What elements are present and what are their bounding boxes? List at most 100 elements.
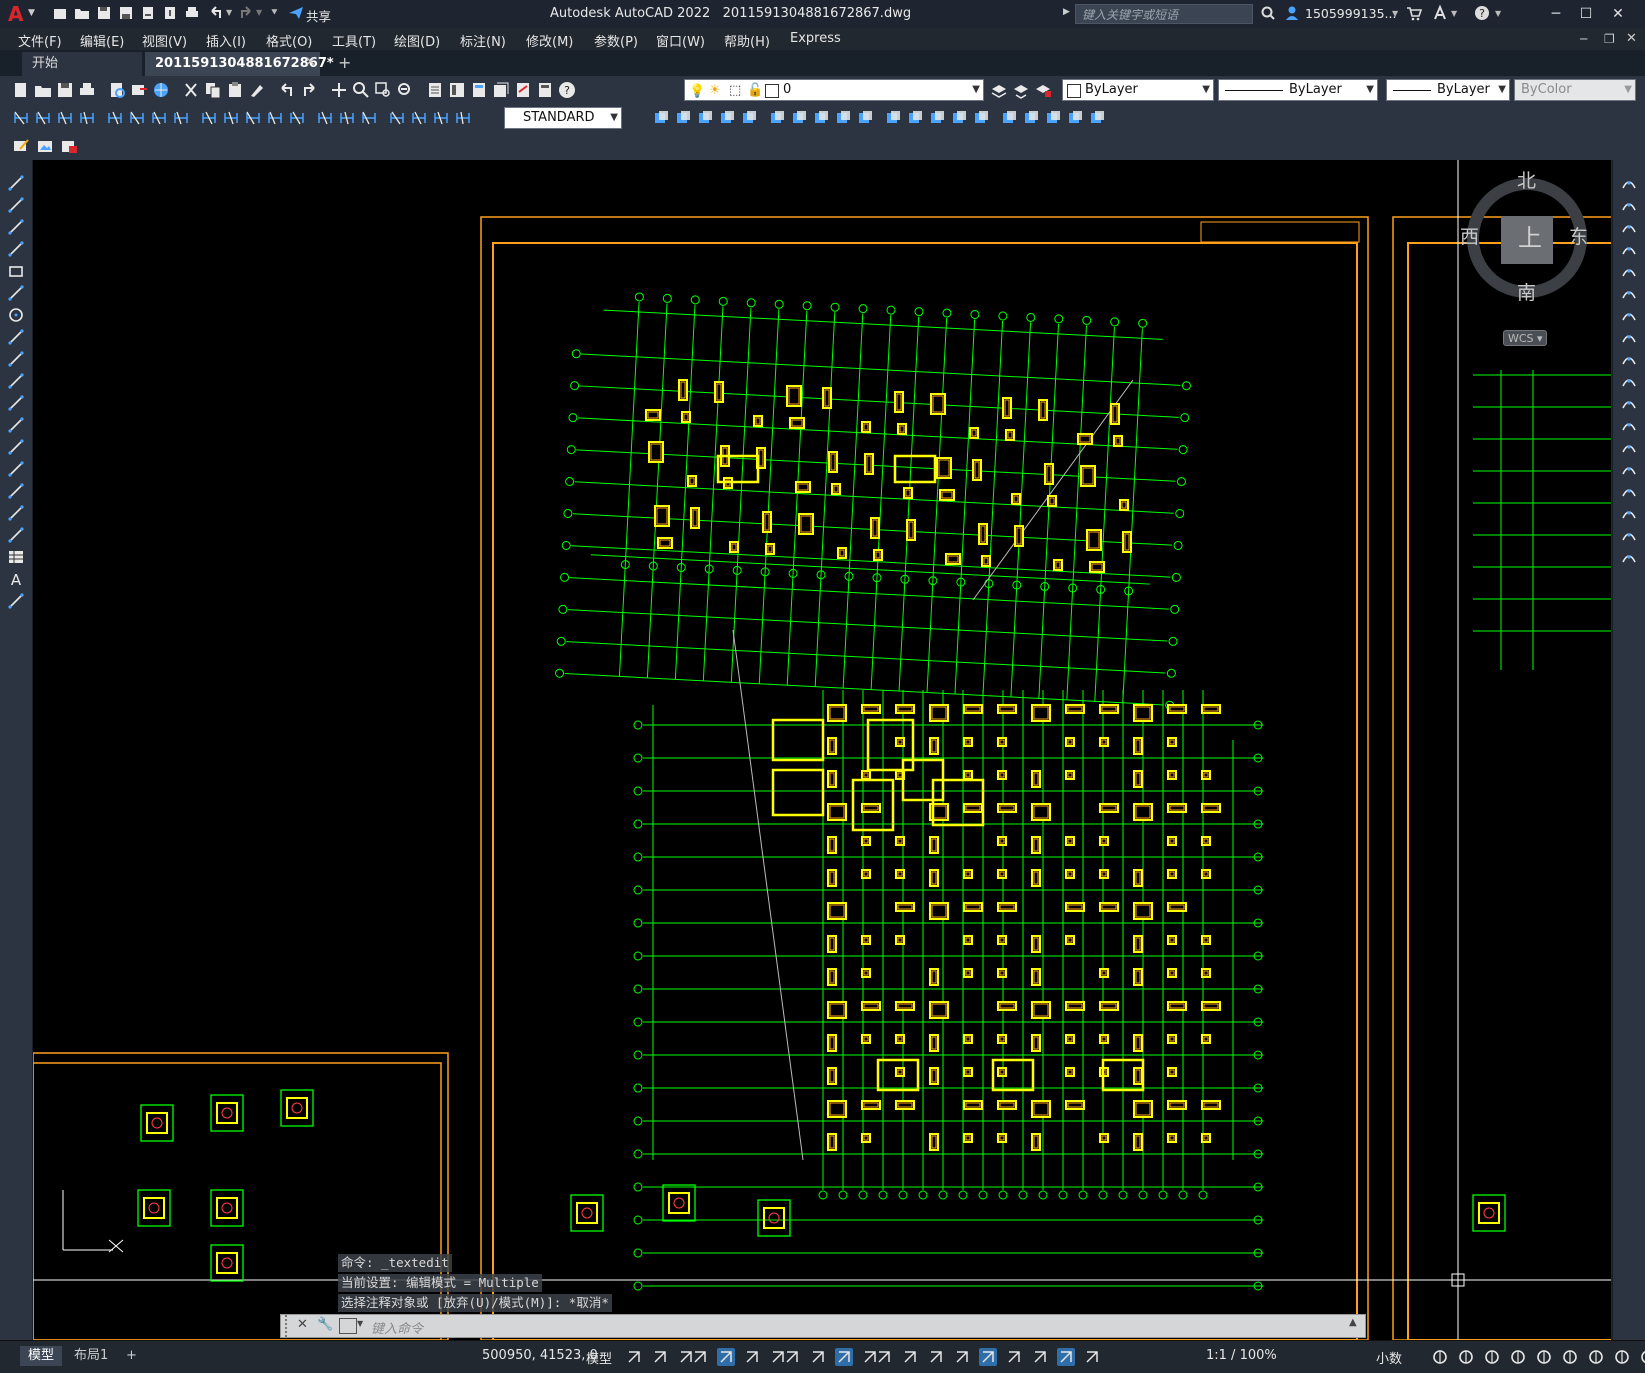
continue-dimension-icon[interactable] bbox=[244, 109, 262, 127]
doc-minimize-icon[interactable]: ─ bbox=[1580, 32, 1587, 46]
cut-icon[interactable] bbox=[182, 81, 200, 99]
gradient-icon[interactable] bbox=[7, 504, 25, 522]
scale-icon[interactable] bbox=[812, 109, 830, 127]
open-icon[interactable] bbox=[34, 81, 52, 99]
layer-previous-icon[interactable] bbox=[1012, 81, 1030, 99]
tab-close-icon[interactable]: ✕ bbox=[305, 55, 316, 70]
extend-palette-icon[interactable] bbox=[1620, 394, 1638, 412]
layer-lock-icon[interactable]: 🔓 bbox=[747, 81, 763, 101]
annotation-scale[interactable]: 1:1 / 100% bbox=[1206, 1348, 1277, 1363]
share-icon[interactable] bbox=[288, 5, 304, 21]
join-palette-icon[interactable] bbox=[1620, 460, 1638, 478]
object-snap-icon[interactable] bbox=[834, 1347, 854, 1367]
plot-icon[interactable] bbox=[184, 5, 200, 21]
erase-icon[interactable] bbox=[652, 109, 670, 127]
trim-palette-icon[interactable] bbox=[1620, 372, 1638, 390]
lineweight-icon[interactable] bbox=[874, 1347, 894, 1367]
edit-block-icon[interactable] bbox=[12, 137, 30, 155]
tolerance-icon[interactable] bbox=[316, 109, 334, 127]
linetype-dropdown-arrow-icon[interactable]: ▼ bbox=[1366, 80, 1374, 100]
redo-icon[interactable] bbox=[238, 5, 254, 21]
linetype-dropdown[interactable]: ByLayer ▼ bbox=[1218, 79, 1378, 101]
open-web-icon[interactable] bbox=[140, 5, 156, 21]
point-icon[interactable] bbox=[7, 460, 25, 478]
join-icon[interactable] bbox=[928, 109, 946, 127]
menu-modify[interactable]: 修改(M) bbox=[526, 31, 573, 50]
doc-restore-icon[interactable]: ❐ bbox=[1604, 32, 1615, 46]
group-icon[interactable] bbox=[1044, 109, 1062, 127]
grid-display-icon[interactable] bbox=[624, 1347, 644, 1367]
save-as-icon[interactable] bbox=[118, 5, 134, 21]
model-space-button[interactable]: 模型 bbox=[586, 1348, 612, 1367]
viewcube-south-label[interactable]: 南 bbox=[1517, 278, 1536, 305]
command-input[interactable]: 键入命令 bbox=[371, 1318, 423, 1337]
snap-mode-icon[interactable] bbox=[650, 1347, 670, 1367]
workspace-switch-icon[interactable] bbox=[1430, 1347, 1450, 1367]
lock-ui-icon[interactable] bbox=[1534, 1347, 1554, 1367]
move-icon[interactable] bbox=[768, 109, 786, 127]
stretch-palette-icon[interactable] bbox=[1620, 350, 1638, 368]
autodesk-account-icon[interactable] bbox=[1432, 4, 1448, 21]
layer-dropdown-arrow-icon[interactable]: ▼ bbox=[972, 80, 980, 100]
coordinates-readout[interactable]: 500950, 41523, 0 bbox=[482, 1348, 598, 1363]
text-style-dropdown-arrow-icon[interactable]: ▼ bbox=[610, 108, 618, 128]
dynamic-ucs-icon[interactable] bbox=[978, 1347, 998, 1367]
sheet-set-icon[interactable] bbox=[492, 81, 510, 99]
lineweight-dropdown-arrow-icon[interactable]: ▼ bbox=[1498, 80, 1506, 100]
minimize-icon[interactable]: ─ bbox=[1542, 4, 1570, 24]
menu-file[interactable]: 文件(F) bbox=[18, 31, 62, 50]
pan-icon[interactable] bbox=[330, 81, 348, 99]
break-palette-icon[interactable] bbox=[1620, 438, 1638, 456]
auto-scale-icon[interactable] bbox=[1082, 1347, 1102, 1367]
arc-length-icon[interactable] bbox=[56, 109, 74, 127]
match-properties-icon[interactable] bbox=[248, 81, 266, 99]
publish-icon[interactable] bbox=[130, 81, 148, 99]
extend-icon[interactable] bbox=[884, 109, 902, 127]
table-icon[interactable] bbox=[7, 548, 25, 566]
layer-freeze-icon[interactable]: ☀ bbox=[709, 81, 721, 101]
copy-palette-icon[interactable] bbox=[1620, 196, 1638, 214]
break-icon[interactable] bbox=[906, 109, 924, 127]
menu-help[interactable]: 帮助(H) bbox=[724, 31, 770, 50]
transparency-icon[interactable] bbox=[900, 1347, 920, 1367]
search-input[interactable]: 键入关键字或短语 bbox=[1075, 4, 1253, 24]
menu-draw[interactable]: 绘图(D) bbox=[394, 31, 440, 50]
rectangle-icon[interactable] bbox=[7, 262, 25, 280]
units-dropdown-icon[interactable] bbox=[1482, 1347, 1502, 1367]
polygon-icon[interactable] bbox=[7, 240, 25, 258]
measure-icon[interactable] bbox=[1088, 109, 1106, 127]
3d-print-icon[interactable] bbox=[152, 81, 170, 99]
undo-icon[interactable] bbox=[278, 81, 296, 99]
dimension-edit-icon[interactable] bbox=[410, 109, 428, 127]
polyline-icon[interactable] bbox=[7, 218, 25, 236]
user-dropdown-icon[interactable]: ▼ bbox=[1392, 9, 1398, 18]
ellipse-icon[interactable] bbox=[7, 372, 25, 390]
angular-dimension-icon[interactable] bbox=[172, 109, 190, 127]
move-palette-icon[interactable] bbox=[1620, 284, 1638, 302]
stretch-icon[interactable] bbox=[834, 109, 852, 127]
zoom-previous-icon[interactable] bbox=[396, 81, 414, 99]
menu-parametric[interactable]: 参数(P) bbox=[594, 31, 638, 50]
viewcube-north-label[interactable]: 北 bbox=[1517, 166, 1536, 193]
draw-order-icon[interactable] bbox=[1022, 109, 1040, 127]
ellipse-arc-icon[interactable] bbox=[7, 394, 25, 412]
save-web-icon[interactable] bbox=[162, 5, 178, 21]
undo-dropdown-icon[interactable]: ▼ bbox=[226, 8, 232, 17]
dimension-space-icon[interactable] bbox=[266, 109, 284, 127]
offset-palette-icon[interactable] bbox=[1620, 240, 1638, 258]
rotate-palette-icon[interactable] bbox=[1620, 306, 1638, 324]
app-logo[interactable]: A bbox=[8, 2, 23, 26]
isometric-drafting-icon[interactable] bbox=[782, 1347, 802, 1367]
annotation-monitor-icon[interactable] bbox=[1456, 1347, 1476, 1367]
dimension-break-icon[interactable] bbox=[288, 109, 306, 127]
center-mark-icon[interactable] bbox=[338, 109, 356, 127]
design-center-icon[interactable] bbox=[448, 81, 466, 99]
search-icon[interactable] bbox=[1260, 5, 1276, 21]
annotation-visibility-icon[interactable] bbox=[1056, 1347, 1076, 1367]
array-palette-icon[interactable] bbox=[1620, 262, 1638, 280]
3d-object-snap-icon[interactable] bbox=[952, 1347, 972, 1367]
properties-icon[interactable] bbox=[426, 81, 444, 99]
region-icon[interactable] bbox=[7, 526, 25, 544]
command-grip-icon[interactable] bbox=[285, 1315, 295, 1337]
arc-icon[interactable] bbox=[7, 284, 25, 302]
